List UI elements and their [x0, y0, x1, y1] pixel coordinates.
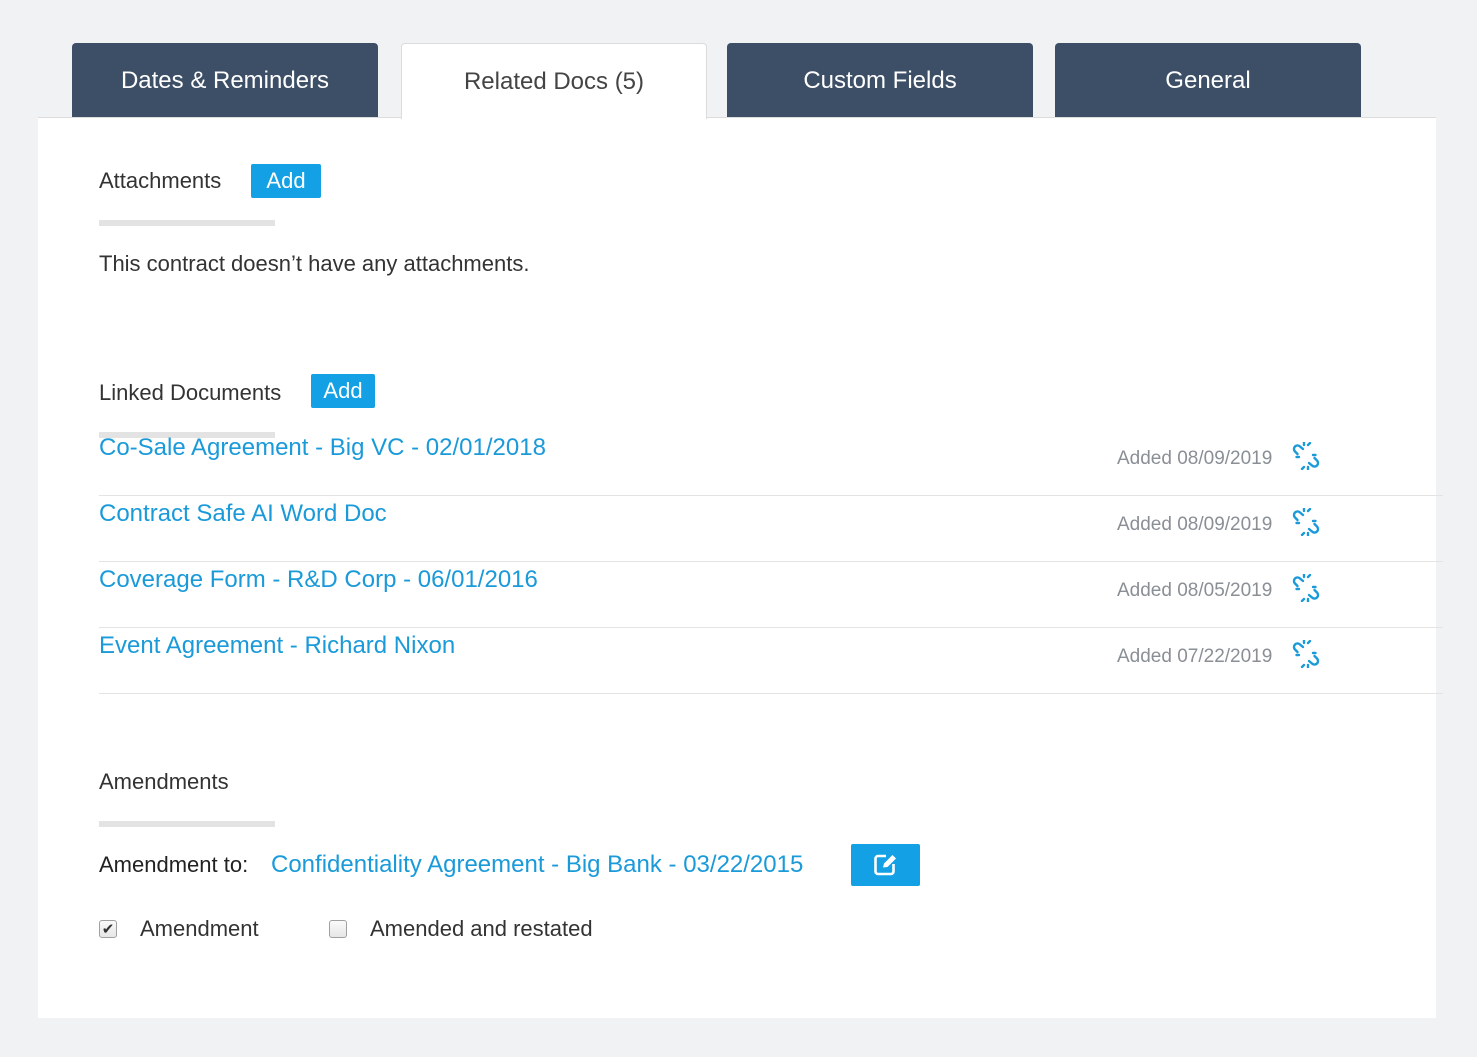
linked-documents-title: Linked Documents [99, 380, 282, 405]
linked-document-row: Co-Sale Agreement - Big VC - 02/01/2018 … [99, 430, 1443, 496]
amendments-divider [99, 821, 275, 827]
unlink-icon[interactable] [1292, 442, 1320, 470]
amendment-to-label: Amendment to: [99, 852, 249, 877]
linked-document-link[interactable]: Contract Safe AI Word Doc [99, 500, 387, 528]
linked-document-added-date: Added 08/09/2019 [1117, 514, 1273, 535]
linked-document-added-date: Added 08/05/2019 [1117, 580, 1273, 601]
amended-restated-checkbox[interactable] [329, 920, 347, 938]
attachments-divider [99, 220, 275, 226]
edit-amendment-button[interactable] [851, 844, 920, 886]
amendments-title: Amendments [99, 769, 229, 794]
linked-document-link[interactable]: Co-Sale Agreement - Big VC - 02/01/2018 [99, 434, 546, 462]
amendment-to-link[interactable]: Confidentiality Agreement - Big Bank - 0… [271, 851, 803, 879]
linked-document-link[interactable]: Coverage Form - R&D Corp - 06/01/2016 [99, 566, 538, 594]
amendment-checkbox-label: Amendment [140, 916, 259, 941]
linked-document-added-date: Added 07/22/2019 [1117, 646, 1273, 667]
attachments-title: Attachments [99, 168, 222, 193]
attachments-empty-message: This contract doesn’t have any attachmen… [99, 251, 530, 276]
linked-document-row: Contract Safe AI Word Doc Added 08/09/20… [99, 496, 1443, 562]
linked-document-row: Event Agreement - Richard Nixon Added 07… [99, 628, 1443, 694]
edit-icon [873, 854, 896, 876]
amended-restated-checkbox-label: Amended and restated [370, 916, 593, 941]
tab-related-docs[interactable]: Related Docs (5) [401, 43, 707, 119]
unlink-icon[interactable] [1292, 640, 1320, 668]
linked-document-link[interactable]: Event Agreement - Richard Nixon [99, 632, 455, 660]
amendment-checkbox[interactable]: ✔ [99, 920, 117, 938]
amendment-checkbox-group[interactable]: ✔ Amendment [99, 916, 259, 942]
unlink-icon[interactable] [1292, 574, 1320, 602]
related-docs-panel: Attachments Add This contract doesn’t ha… [38, 117, 1443, 1018]
unlink-icon[interactable] [1292, 508, 1320, 536]
linked-document-added-date: Added 08/09/2019 [1117, 448, 1273, 469]
add-linked-document-button[interactable]: Add [311, 374, 375, 408]
amended-restated-checkbox-group[interactable]: Amended and restated [329, 916, 593, 942]
add-attachment-button[interactable]: Add [251, 164, 321, 198]
linked-document-row: Coverage Form - R&D Corp - 06/01/2016 Ad… [99, 562, 1443, 628]
tab-custom-fields[interactable]: Custom Fields [727, 43, 1033, 118]
tab-dates-reminders[interactable]: Dates & Reminders [72, 43, 378, 118]
tab-general[interactable]: General [1055, 43, 1361, 118]
